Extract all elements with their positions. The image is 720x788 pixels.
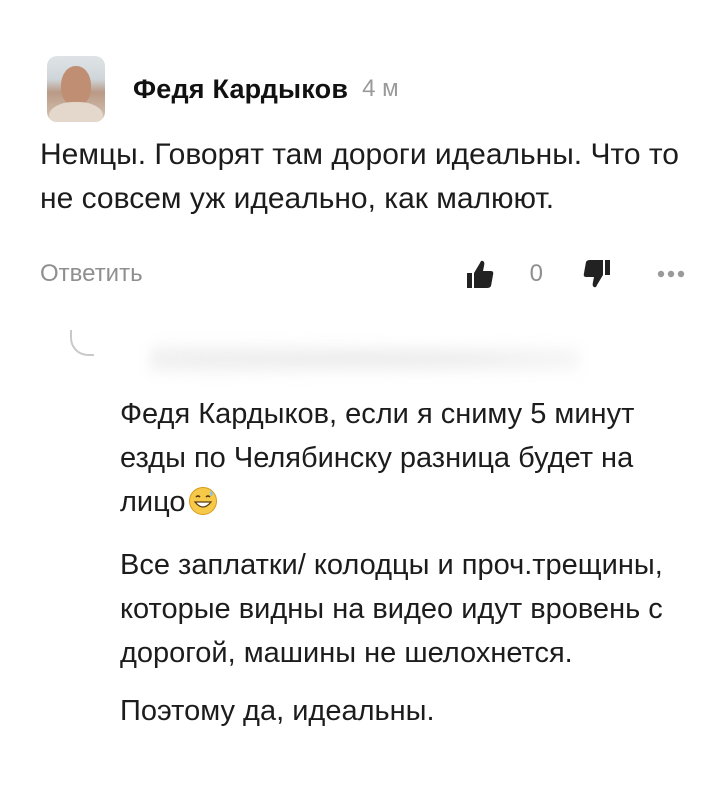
reply-button[interactable]: Ответить bbox=[40, 260, 143, 288]
comment-text: Немцы. Говорят там дороги идеальны. Что … bbox=[40, 138, 679, 215]
reply-body: Федя Кардыков, если я сниму 5 минут езды… bbox=[120, 392, 705, 747]
reply-paragraph: Все заплатки/ колодцы и проч.трещины, ко… bbox=[120, 549, 663, 669]
comment-time: 4 м bbox=[362, 75, 399, 102]
comment-actions: Ответить 0 bbox=[40, 252, 685, 296]
thumbs-up-icon bbox=[466, 260, 493, 288]
avatar-shoulders bbox=[49, 102, 103, 122]
comment-header: Федя Кардыков 4 м bbox=[47, 55, 399, 123]
more-dots-icon bbox=[657, 270, 685, 278]
dislike-button[interactable] bbox=[583, 259, 611, 289]
grinning-sweat-emoji-icon bbox=[188, 485, 218, 529]
reply-paragraph: Федя Кардыков, если я сниму 5 минут езды… bbox=[120, 392, 705, 529]
author-name[interactable]: Федя Кардыков bbox=[133, 74, 348, 105]
more-button[interactable] bbox=[657, 269, 685, 279]
avatar-face bbox=[61, 66, 91, 106]
like-button[interactable] bbox=[466, 259, 494, 289]
blurred-reply-header bbox=[150, 336, 580, 382]
reply-paragraph: Поэтому да, идеальны. bbox=[120, 695, 435, 727]
thumbs-down-icon bbox=[583, 260, 610, 288]
thread-connector bbox=[70, 330, 94, 356]
like-count: 0 bbox=[529, 260, 543, 287]
avatar[interactable] bbox=[47, 56, 105, 122]
